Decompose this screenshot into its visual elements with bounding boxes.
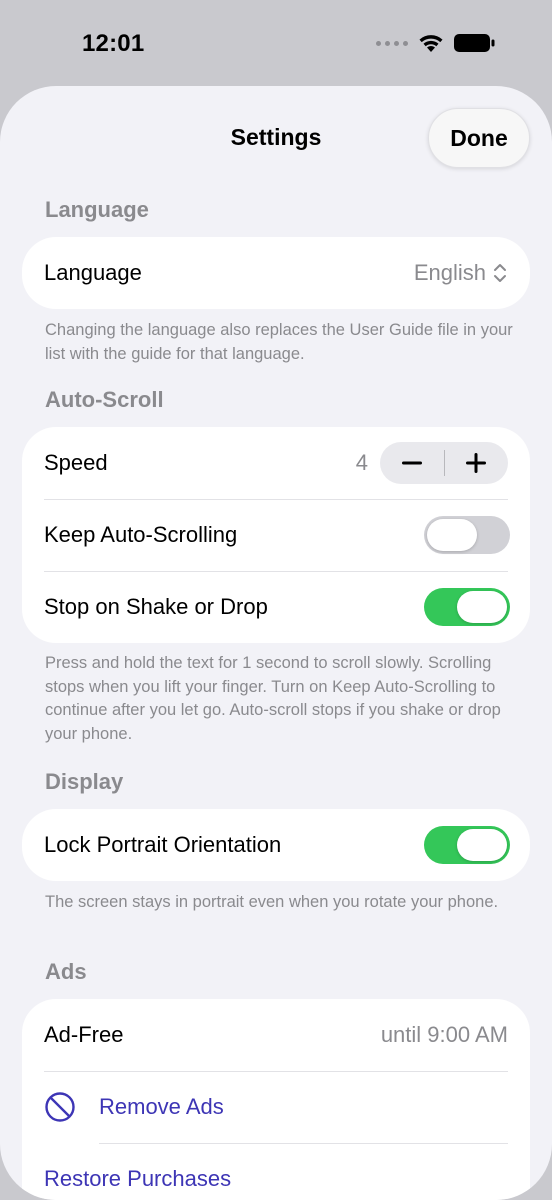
lock-portrait-toggle[interactable]	[424, 826, 510, 864]
done-button[interactable]: Done	[428, 108, 530, 168]
no-entry-icon	[45, 1092, 75, 1122]
wifi-icon	[419, 35, 443, 52]
section-header-autoscroll: Auto-Scroll	[45, 387, 164, 412]
stop-on-shake-toggle[interactable]	[424, 588, 510, 626]
ad-free-value: until 9:00 AM	[380, 1022, 508, 1047]
plus-icon	[466, 453, 487, 473]
status-time: 12:01	[82, 30, 145, 57]
ad-free-row: Ad-Free until 9:00 AM	[22, 999, 530, 1071]
speed-label: Speed	[44, 450, 108, 475]
restore-purchases-link: Restore Purchases	[44, 1166, 232, 1191]
keep-autoscrolling-row: Keep Auto-Scrolling	[22, 499, 530, 571]
lock-portrait-label: Lock Portrait Orientation	[44, 832, 282, 857]
speed-stepper	[380, 442, 508, 484]
display-footer: The screen stays in portrait even when y…	[45, 893, 499, 911]
display-group: Lock Portrait Orientation	[22, 809, 530, 881]
restore-purchases-row[interactable]: Restore Purchases	[22, 1143, 530, 1200]
settings-sheet: Settings Done Language Language English …	[0, 86, 552, 1200]
lock-portrait-row: Lock Portrait Orientation	[22, 809, 530, 881]
remove-ads-link: Remove Ads	[99, 1094, 224, 1119]
toggle-knob	[457, 591, 507, 623]
remove-ads-row[interactable]: Remove Ads	[22, 1071, 530, 1143]
section-header-language: Language	[45, 197, 149, 222]
language-value: English	[413, 260, 486, 285]
language-row[interactable]: Language English	[22, 237, 530, 309]
language-group: Language English	[22, 237, 530, 309]
stop-on-shake-row: Stop on Shake or Drop	[22, 571, 530, 643]
stop-on-shake-label: Stop on Shake or Drop	[44, 594, 268, 619]
battery-icon	[454, 34, 495, 52]
section-header-ads: Ads	[45, 959, 87, 984]
chevron-up-down-icon	[494, 264, 506, 282]
language-footer: Changing the language also replaces the …	[45, 321, 513, 363]
language-label: Language	[44, 260, 142, 285]
keep-autoscrolling-toggle[interactable]	[424, 516, 510, 554]
ad-free-label: Ad-Free	[44, 1022, 124, 1047]
speed-value: 4	[355, 450, 368, 475]
speed-increment-button[interactable]	[445, 442, 509, 484]
autoscroll-group: Speed 4 Keep Auto-Scrolling Stop on Shak…	[22, 427, 530, 643]
speed-decrement-button[interactable]	[380, 442, 444, 484]
status-bar: 12:01	[0, 0, 552, 88]
autoscroll-footer: Press and hold the text for 1 second to …	[45, 654, 501, 743]
status-icons	[376, 33, 496, 53]
signal-dots-icon	[376, 40, 408, 46]
minus-icon	[401, 461, 422, 465]
ads-group: Ad-Free until 9:00 AM Remove Ads Restore…	[22, 999, 530, 1200]
speed-row: Speed 4	[22, 427, 530, 499]
keep-autoscrolling-label: Keep Auto-Scrolling	[44, 522, 238, 547]
toggle-knob	[457, 829, 507, 861]
toggle-knob	[427, 519, 477, 551]
section-header-display: Display	[45, 769, 124, 794]
